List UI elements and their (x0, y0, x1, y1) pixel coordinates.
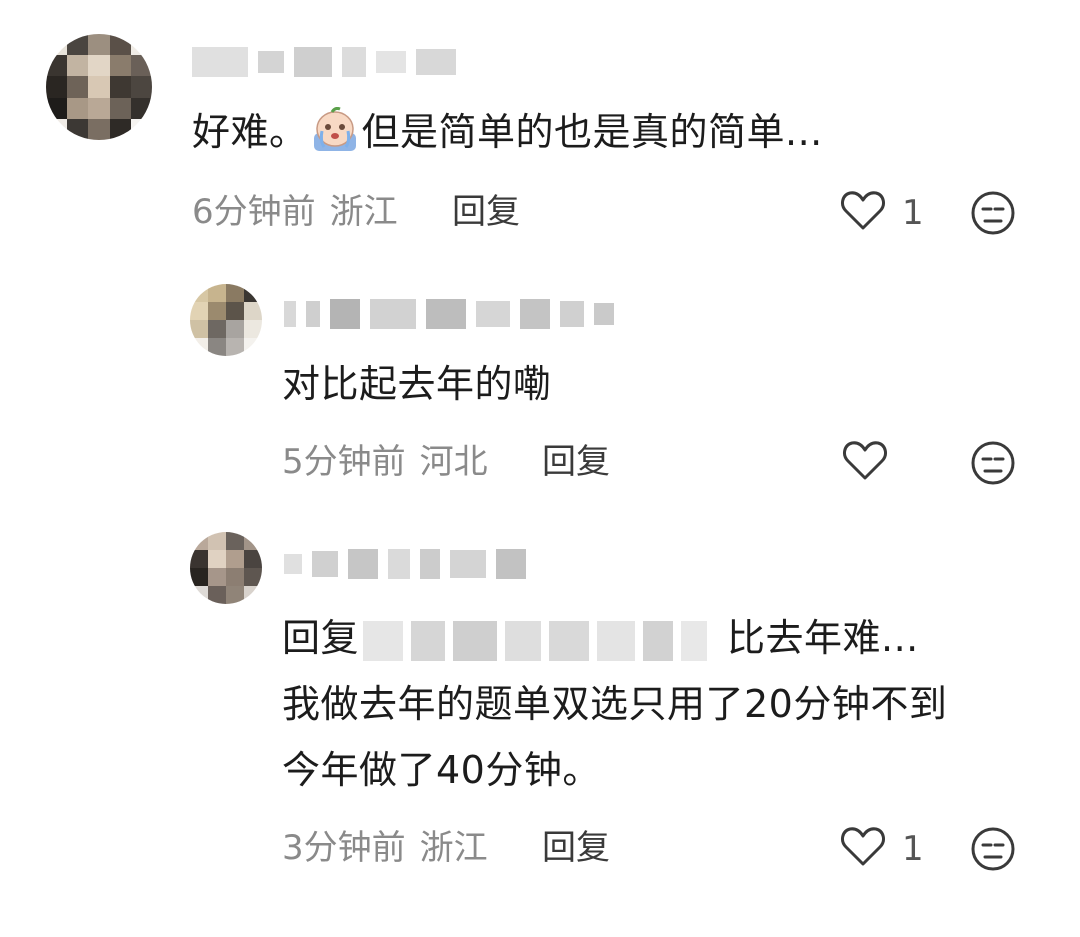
timestamp: 5分钟前 (282, 442, 406, 482)
comment-text: 好难。 但是简单的也是真的简单... (192, 106, 823, 158)
avatar[interactable] (190, 532, 262, 604)
reply-button[interactable]: 回复 (452, 190, 520, 234)
username-blurred[interactable] (192, 44, 456, 80)
comment-text: 对比起去年的嘞 (282, 362, 552, 406)
comment-text-line2: 我做去年的题单双选只用了20分钟不到 (282, 682, 948, 726)
dislike-button[interactable] (970, 190, 1016, 240)
location: 浙江 (329, 192, 398, 232)
reply-button[interactable]: 回复 (542, 440, 610, 484)
like-count: 1 (902, 193, 924, 233)
timestamp: 6分钟前 (192, 192, 316, 232)
avatar[interactable] (46, 34, 152, 140)
location: 河北 (419, 442, 488, 482)
comment-text-line1: 回复 比去年难... (282, 612, 919, 664)
comment-meta: 5分钟前 河北 (282, 440, 488, 484)
comment-text-line3: 今年做了40分钟。 (282, 748, 601, 792)
like-button[interactable] (842, 440, 888, 486)
like-button[interactable]: 1 (840, 190, 924, 236)
comment-meta: 6分钟前 浙江 (192, 190, 398, 234)
username-blurred[interactable] (284, 546, 526, 582)
meh-face-icon (970, 191, 1016, 240)
reply-tail: 比去年难... (727, 616, 919, 660)
meh-face-icon (970, 441, 1016, 490)
username-blurred[interactable] (284, 296, 614, 332)
heart-outline-icon (840, 190, 886, 236)
reply-button[interactable]: 回复 (542, 826, 610, 870)
timestamp: 3分钟前 (282, 828, 406, 868)
comment-thread: 好难。 但是简单的也是真的简单... 6分钟前 浙江 回复 1 对比起去年的嘞 … (0, 0, 1080, 937)
reply-prefix: 回复 (282, 616, 360, 660)
mention-blurred[interactable] (363, 620, 708, 661)
heart-outline-icon (842, 440, 888, 486)
crying-face-emoji-icon (310, 106, 360, 153)
like-count: 1 (902, 829, 924, 869)
location: 浙江 (419, 828, 488, 868)
avatar[interactable] (190, 284, 262, 356)
comment-text-part: 好难。 (192, 110, 308, 154)
heart-outline-icon (840, 826, 886, 872)
comment-text-part: 但是简单的也是真的简单... (361, 110, 823, 154)
like-button[interactable]: 1 (840, 826, 924, 872)
comment-meta: 3分钟前 浙江 (282, 826, 488, 870)
meh-face-icon (970, 827, 1016, 876)
dislike-button[interactable] (970, 826, 1016, 876)
dislike-button[interactable] (970, 440, 1016, 490)
